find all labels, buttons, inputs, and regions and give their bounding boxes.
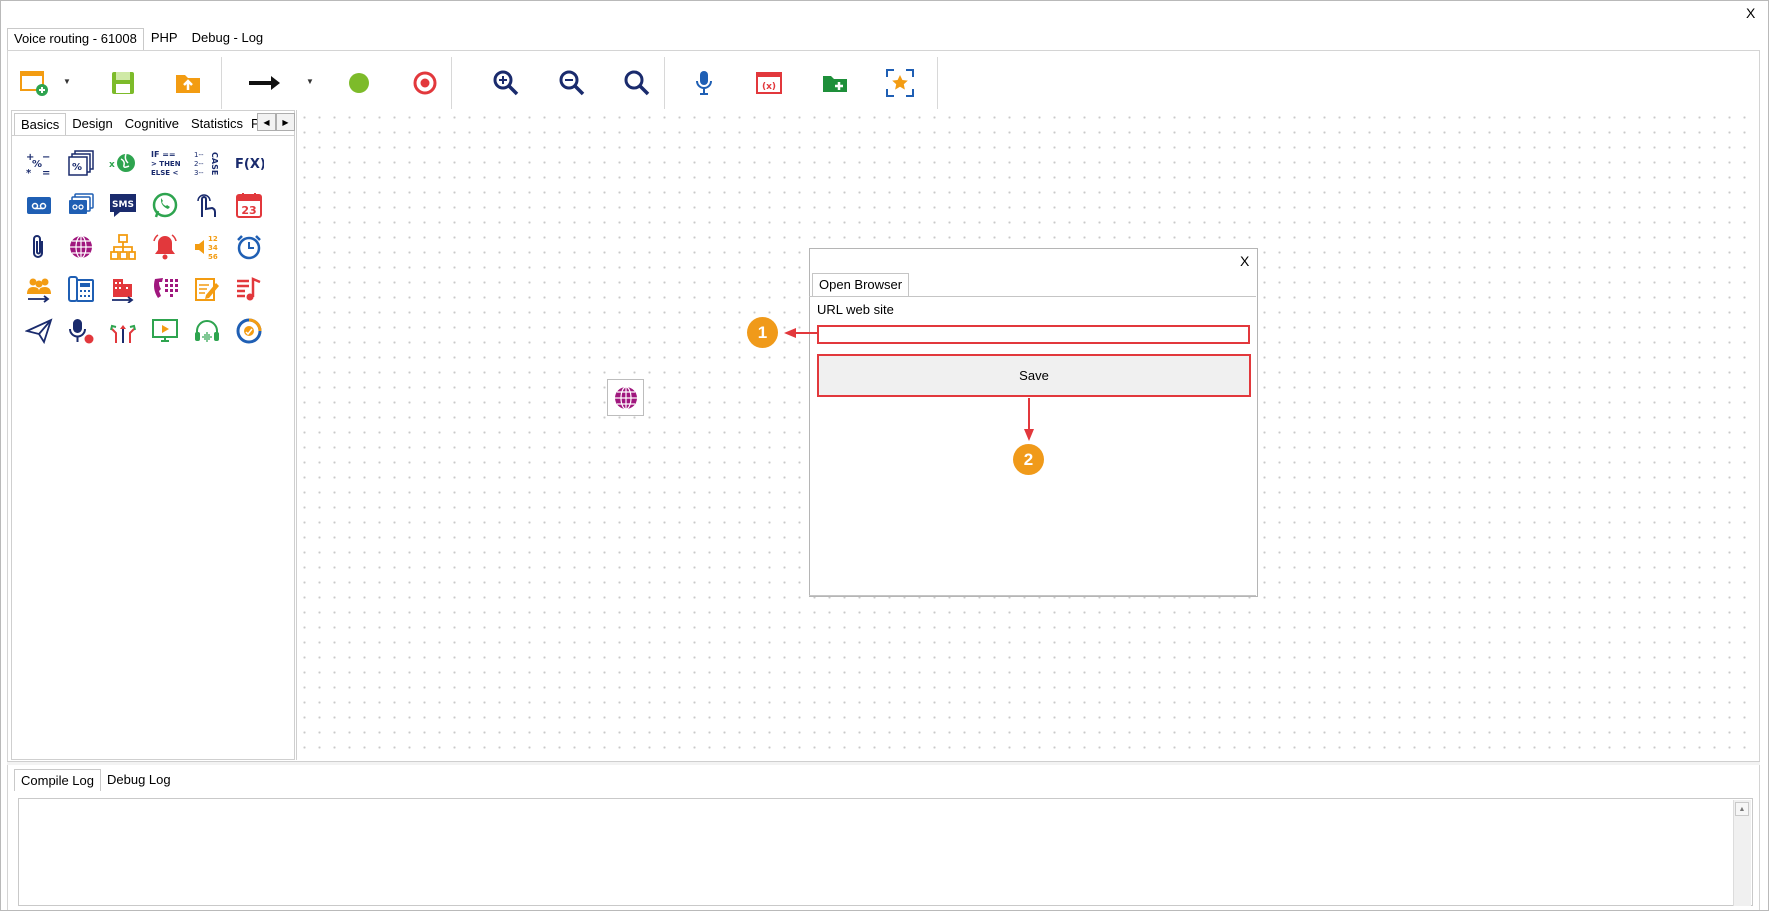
compile-log-output[interactable] xyxy=(18,798,1753,906)
tab-debug-log[interactable]: Debug Log xyxy=(101,769,177,791)
annotation-marker-1: 1 xyxy=(747,317,778,348)
panel-splitter[interactable] xyxy=(7,761,1760,765)
annotation-marker-2: 2 xyxy=(1013,444,1044,475)
annotation-arrows xyxy=(784,328,1034,441)
log-tabs: Compile Log Debug Log xyxy=(14,769,177,791)
scroll-up-button[interactable]: ▲ xyxy=(1735,802,1749,816)
tab-compile-log[interactable]: Compile Log xyxy=(14,769,101,791)
